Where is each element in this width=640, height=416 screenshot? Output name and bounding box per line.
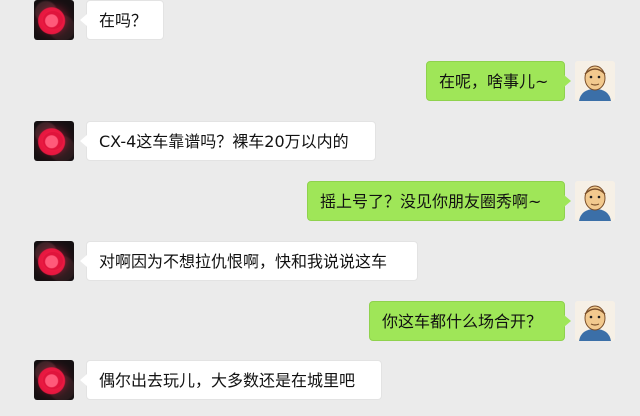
message-bubble-contact[interactable]: 偶尔出去玩儿，大多数还是在城里吧 xyxy=(80,360,382,400)
message-row-contact: 对啊因为不想拉仇恨啊，快和我说说这车 xyxy=(0,241,640,291)
message-row-contact: 在吗？ xyxy=(0,0,640,50)
contact-avatar-icon[interactable] xyxy=(34,360,74,400)
contact-avatar-icon[interactable] xyxy=(34,241,74,281)
contact-avatar-icon[interactable] xyxy=(34,121,74,161)
message-bubble-contact[interactable]: 对啊因为不想拉仇恨啊，快和我说说这车 xyxy=(80,241,418,281)
self-avatar-icon[interactable] xyxy=(575,301,615,341)
message-bubble-self[interactable]: 在呢，啥事儿~ xyxy=(426,61,571,101)
message-bubble-contact[interactable]: CX-4这车靠谱吗？裸车20万以内的 xyxy=(80,121,376,161)
message-row-self: 摇上号了？没见你朋友圈秀啊~ xyxy=(0,181,640,231)
message-row-self: 你这车都什么场合开？ xyxy=(0,301,640,351)
self-avatar-icon[interactable] xyxy=(575,61,615,101)
message-row-self: 在呢，啥事儿~ xyxy=(0,61,640,111)
message-row-contact: CX-4这车靠谱吗？裸车20万以内的 xyxy=(0,121,640,171)
message-bubble-self[interactable]: 摇上号了？没见你朋友圈秀啊~ xyxy=(307,181,571,221)
message-row-contact: 偶尔出去玩儿，大多数还是在城里吧 xyxy=(0,360,640,410)
message-bubble-self[interactable]: 你这车都什么场合开？ xyxy=(369,301,571,341)
self-avatar-icon[interactable] xyxy=(575,181,615,221)
contact-avatar-icon[interactable] xyxy=(34,0,74,40)
message-bubble-contact[interactable]: 在吗？ xyxy=(80,0,164,40)
